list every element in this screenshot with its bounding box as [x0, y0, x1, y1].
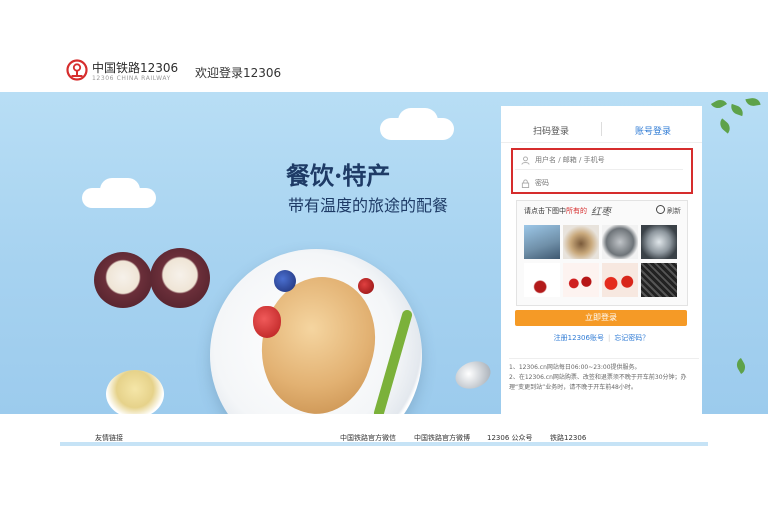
service-notice: 1、12306.cn网站每日06:00~23:00提供服务。 2、在12306.… — [509, 358, 699, 393]
captcha-tile[interactable] — [563, 225, 599, 259]
captcha-tile[interactable] — [602, 225, 638, 259]
captcha-tile[interactable] — [641, 263, 677, 297]
promo-subtitle: 带有温度的旅途的配餐 — [288, 196, 449, 215]
captcha-keyword: 所有的 — [566, 207, 587, 215]
captcha-tile[interactable] — [524, 263, 560, 297]
cloud-decoration — [398, 108, 438, 134]
mangosteen-image — [94, 252, 152, 308]
leaf-decoration — [729, 103, 745, 117]
logo-subtitle: 12306 CHINA RAILWAY — [92, 75, 171, 82]
leaf-decoration — [745, 96, 761, 108]
leaf-decoration — [717, 118, 733, 134]
tab-account-login[interactable]: 账号登录 — [635, 124, 671, 137]
captcha-tile[interactable] — [602, 263, 638, 297]
username-input[interactable] — [535, 153, 675, 167]
login-panel: 扫码登录 账号登录 请点击下图中所有的 红枣 刷新 立即登录 注册12306账号… — [501, 106, 702, 414]
spoon-image — [451, 356, 495, 394]
footer-link-app[interactable]: 铁路12306 — [550, 433, 586, 443]
user-icon — [521, 156, 530, 165]
mangosteen-image — [150, 248, 210, 308]
login-links: 注册12306账号 | 忘记密码？ — [501, 333, 702, 343]
welcome-heading: 欢迎登录12306 — [195, 66, 282, 80]
site-logo[interactable]: 中国铁路12306 12306 CHINA RAILWAY — [66, 58, 179, 88]
login-tabs: 扫码登录 账号登录 — [501, 116, 702, 143]
tab-divider — [601, 122, 602, 136]
leaf-decoration — [734, 357, 748, 375]
promo-title: 餐饮·特产 — [286, 161, 391, 190]
cherry-image — [358, 278, 374, 294]
captcha-prompt-text: 请点击下图中 — [524, 207, 566, 215]
railway-logo-icon — [66, 59, 88, 81]
leaf-decoration — [710, 97, 728, 111]
footer-link-wechat[interactable]: 中国铁路官方微信 — [340, 433, 396, 443]
captcha-widget: 请点击下图中所有的 红枣 刷新 — [516, 200, 688, 306]
captcha-tile[interactable] — [524, 225, 560, 259]
link-divider: | — [607, 334, 611, 342]
lock-icon — [521, 179, 530, 188]
notice-item: 1、12306.cn网站每日06:00~23:00提供服务。 — [509, 364, 641, 371]
strawberry-image — [253, 306, 281, 338]
captcha-target-word: 红枣 — [591, 207, 611, 218]
forgot-password-link[interactable]: 忘记密码？ — [614, 334, 649, 342]
footer-link-weibo[interactable]: 中国铁路官方微博 — [414, 433, 470, 443]
logo-title: 中国铁路12306 — [92, 61, 179, 75]
tab-qr-login[interactable]: 扫码登录 — [533, 124, 569, 137]
refresh-label: 刷新 — [667, 207, 681, 215]
password-input[interactable] — [535, 176, 675, 190]
captcha-tile[interactable] — [641, 225, 677, 259]
captcha-prompt: 请点击下图中所有的 — [524, 206, 587, 216]
cloud-decoration — [100, 178, 140, 202]
captcha-tile[interactable] — [563, 263, 599, 297]
blueberry-image — [274, 270, 296, 292]
captcha-refresh-button[interactable]: 刷新 — [656, 205, 681, 216]
login-submit-button[interactable]: 立即登录 — [515, 310, 687, 326]
site-header: 中国铁路12306 12306 CHINA RAILWAY 欢迎登录12306 — [0, 0, 768, 92]
footer-link-official-account[interactable]: 12306 公众号 — [487, 433, 533, 443]
notice-item: 2、在12306.cn网站购票、改签和退票须不晚于开车前30分钟；办理“变更到站… — [509, 374, 687, 391]
juice-cup-image — [106, 370, 164, 414]
refresh-icon — [656, 205, 665, 214]
password-field — [515, 176, 683, 192]
username-field — [515, 153, 683, 170]
register-link[interactable]: 注册12306账号 — [554, 334, 604, 342]
friendly-links-label: 友情链接 — [95, 434, 123, 442]
